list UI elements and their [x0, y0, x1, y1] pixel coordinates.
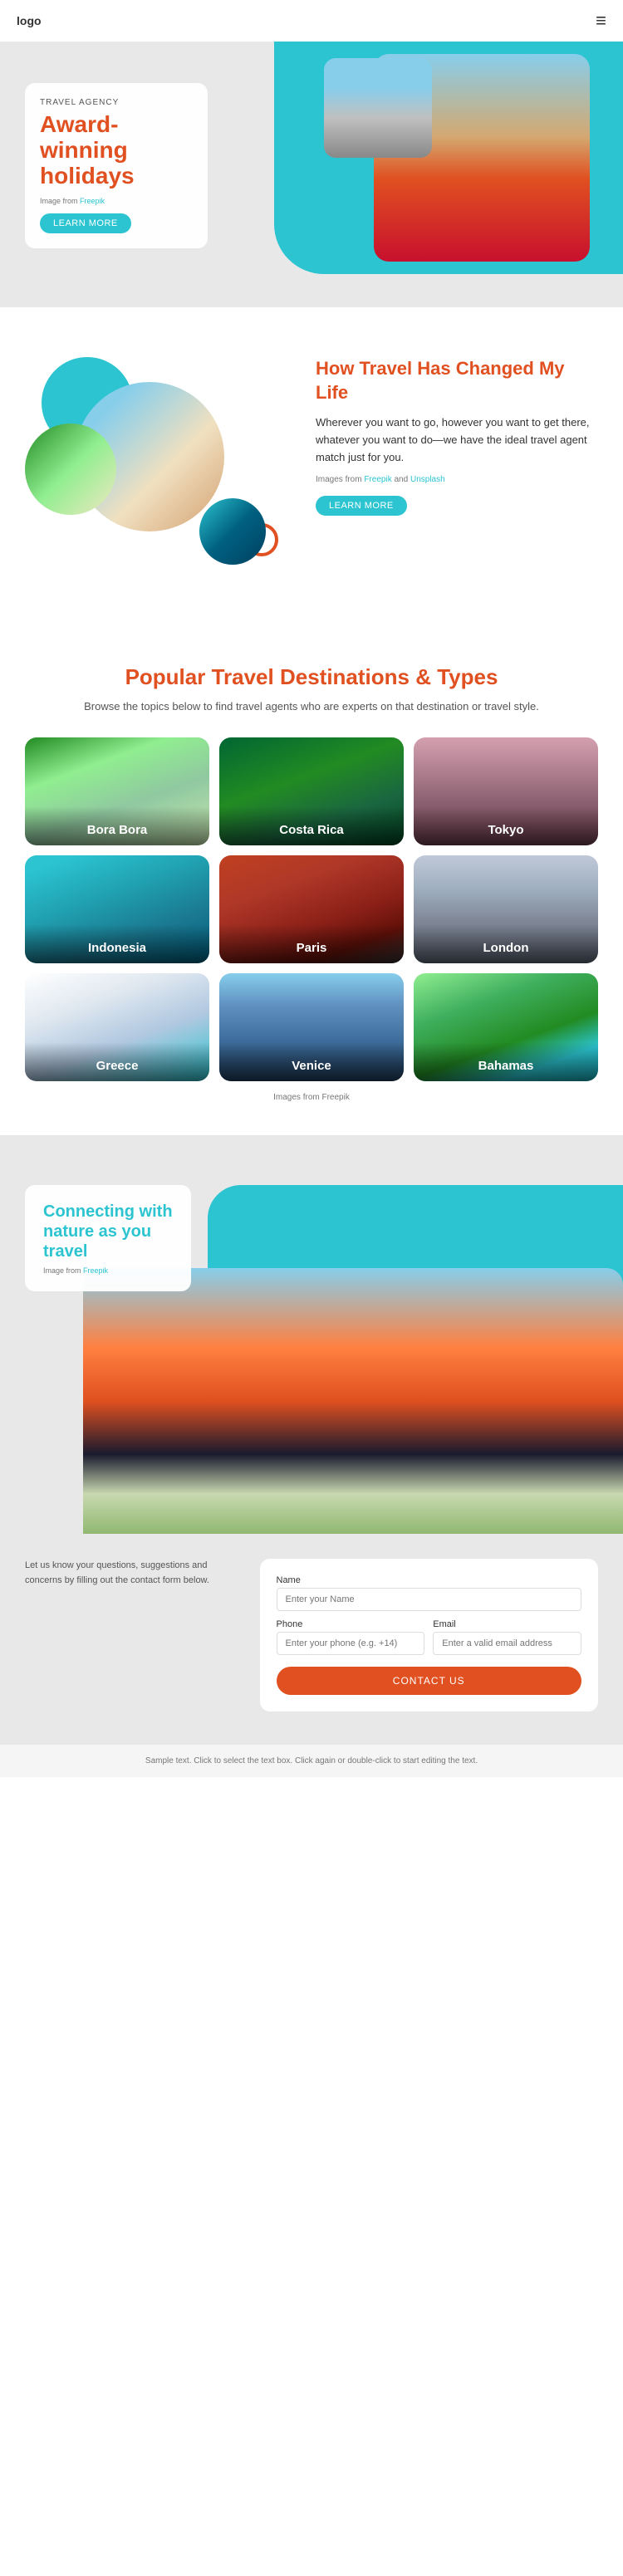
how-travel-section: How Travel Has Changed My Life Wherever … — [0, 307, 623, 623]
dest-card-indonesia[interactable]: Indonesia — [25, 855, 209, 963]
dest-card-london[interactable]: London — [414, 855, 598, 963]
phone-field-wrapper: Phone — [277, 1619, 425, 1663]
email-field-wrapper: Email — [433, 1619, 581, 1663]
connecting-content-box: Connecting with nature as you travel Ima… — [25, 1185, 191, 1291]
dest-label: Greece — [25, 1042, 209, 1081]
dest-card-bora-bora[interactable]: Bora Bora — [25, 737, 209, 845]
phone-input[interactable] — [277, 1632, 425, 1655]
connecting-source-link[interactable]: Freepik — [83, 1266, 108, 1275]
contact-section: Let us know your questions, suggestions … — [0, 1534, 623, 1745]
connecting-nature-image — [83, 1268, 623, 1534]
how-travel-images — [25, 357, 291, 590]
dest-label: Bahamas — [414, 1042, 598, 1081]
contact-us-button[interactable]: CONTACT US — [277, 1667, 582, 1695]
destinations-source: Images from Freepik — [25, 1093, 598, 1102]
hero-source-link[interactable]: Freepik — [80, 197, 105, 205]
how-travel-learn-more-button[interactable]: LEARN MORE — [316, 496, 407, 516]
contact-left: Let us know your questions, suggestions … — [25, 1559, 243, 1588]
dest-card-bahamas[interactable]: Bahamas — [414, 973, 598, 1081]
contact-description: Let us know your questions, suggestions … — [25, 1559, 243, 1588]
name-label: Name — [277, 1575, 582, 1585]
dest-card-tokyo[interactable]: Tokyo — [414, 737, 598, 845]
hero-title: Award-winning holidays — [40, 112, 193, 189]
dest-card-greece[interactable]: Greece — [25, 973, 209, 1081]
dest-label: Indonesia — [25, 924, 209, 963]
rocks-visual — [324, 58, 432, 158]
how-travel-description: Wherever you want to go, however you wan… — [316, 414, 598, 466]
destinations-title: Popular Travel Destinations & Types — [25, 664, 598, 690]
hero-learn-more-button[interactable]: LEARN MORE — [40, 213, 131, 233]
logo: logo — [17, 14, 42, 27]
dest-label: Paris — [219, 924, 404, 963]
how-travel-source: Images from Freepik and Unsplash — [316, 475, 598, 484]
dest-label: Venice — [219, 1042, 404, 1081]
circle-island-image — [199, 498, 266, 565]
dest-card-venice[interactable]: Venice — [219, 973, 404, 1081]
unsplash-link[interactable]: Unsplash — [410, 475, 445, 484]
name-input[interactable] — [277, 1588, 582, 1611]
hamburger-icon[interactable]: ≡ — [596, 10, 606, 32]
contact-form: Name Phone Email CONTACT US — [260, 1559, 599, 1712]
dest-label: Tokyo — [414, 806, 598, 845]
connecting-section: Connecting with nature as you travel Ima… — [0, 1135, 623, 1534]
footer-note: Sample text. Click to select the text bo… — [0, 1745, 623, 1777]
how-travel-title: How Travel Has Changed My Life — [316, 357, 598, 404]
dest-label: Costa Rica — [219, 806, 404, 845]
dest-card-paris[interactable]: Paris — [219, 855, 404, 963]
header: logo ≡ — [0, 0, 623, 42]
circle-beach-image — [25, 424, 116, 515]
email-label: Email — [433, 1619, 581, 1629]
how-travel-text: How Travel Has Changed My Life Wherever … — [316, 357, 598, 516]
destinations-subtitle: Browse the topics below to find travel a… — [25, 700, 598, 713]
connecting-source: Image from Freepik — [43, 1266, 173, 1275]
hero-section: TRAVEL AGENCY Award-winning holidays Ima… — [0, 42, 623, 307]
dest-label: London — [414, 924, 598, 963]
email-input[interactable] — [433, 1632, 581, 1655]
dest-card-costa-rica[interactable]: Costa Rica — [219, 737, 404, 845]
destinations-section: Popular Travel Destinations & Types Brow… — [0, 623, 623, 1135]
phone-email-row: Phone Email — [277, 1619, 582, 1663]
hero-image-rocks — [324, 58, 432, 158]
freepik-link[interactable]: Freepik — [364, 475, 391, 484]
contact-row: Let us know your questions, suggestions … — [25, 1559, 598, 1712]
hero-content-box: TRAVEL AGENCY Award-winning holidays Ima… — [25, 83, 208, 248]
hero-tag: TRAVEL AGENCY — [40, 98, 193, 107]
destinations-grid: Bora Bora Costa Rica Tokyo Indonesia Paris Lo… — [25, 737, 598, 1081]
hero-source: Image from Freepik — [40, 197, 193, 205]
phone-label: Phone — [277, 1619, 425, 1629]
dest-label: Bora Bora — [25, 806, 209, 845]
connecting-title: Connecting with nature as you travel — [43, 1202, 173, 1261]
